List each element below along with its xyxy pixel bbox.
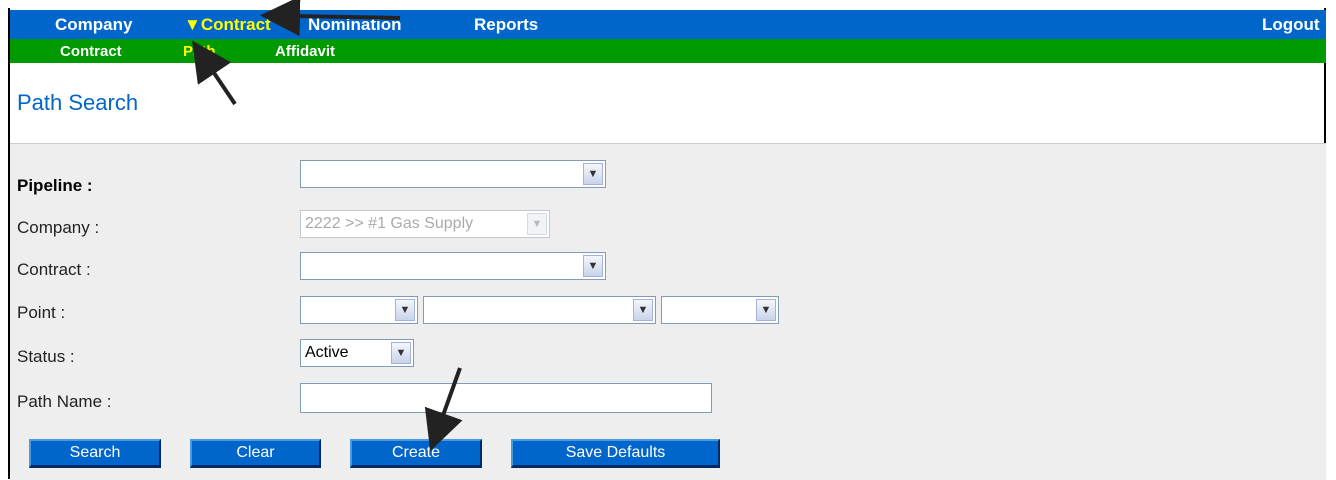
annotation-arrows	[192, 0, 463, 452]
arrow-icon	[260, 0, 401, 37]
arrow-icon	[424, 367, 463, 452]
arrow-icon	[192, 40, 237, 106]
